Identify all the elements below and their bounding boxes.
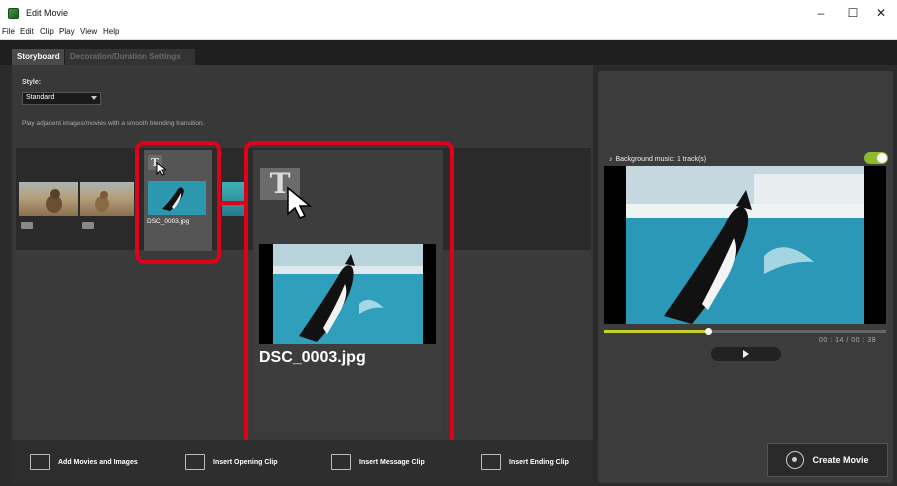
clip-settings-icon[interactable]	[21, 222, 33, 229]
playback-slider[interactable]	[604, 328, 886, 335]
tab-decoration-duration[interactable]: Decoration/Duration Settings	[65, 49, 195, 65]
clip-thumbnail[interactable]	[19, 182, 78, 216]
title-bar: Edit Movie – ☐ ✕	[0, 0, 897, 26]
menu-help[interactable]: Help	[103, 27, 119, 36]
music-note-icon: ♪	[609, 156, 613, 163]
menu-bar: File Edit Clip Play View Help	[0, 26, 897, 40]
style-description: Play adjacent images/movies with a smoot…	[22, 120, 205, 127]
chevron-down-icon	[91, 96, 97, 100]
clip-settings-icon[interactable]	[82, 222, 94, 229]
style-value: Standard	[26, 94, 55, 101]
style-dropdown[interactable]: Standard	[22, 92, 101, 105]
app-icon	[8, 8, 19, 19]
highlight-frame-large	[244, 141, 454, 448]
menu-file[interactable]: File	[2, 27, 15, 36]
add-media-icon	[30, 454, 50, 470]
play-button[interactable]	[711, 347, 781, 361]
close-button[interactable]: ✕	[866, 5, 896, 21]
background-music-label: Background music: 1 track(s)	[615, 156, 707, 163]
create-movie-label: Create Movie	[812, 455, 869, 465]
insert-opening-clip-label: Insert Opening Clip	[213, 458, 278, 466]
tab-bar: Storyboard Decoration/Duration Settings	[0, 40, 897, 65]
clip-thumbnail[interactable]	[80, 182, 134, 216]
ending-clip-icon	[481, 454, 501, 470]
opening-clip-icon	[185, 454, 205, 470]
insert-ending-clip-label: Insert Ending Clip	[509, 458, 569, 466]
add-movies-images-label: Add Movies and Images	[58, 458, 138, 466]
insert-opening-clip-button[interactable]: Insert Opening Clip	[185, 452, 278, 472]
maximize-button[interactable]: ☐	[838, 5, 868, 21]
menu-view[interactable]: View	[80, 27, 97, 36]
highlight-frame-small	[135, 141, 221, 264]
tab-storyboard[interactable]: Storyboard	[12, 49, 64, 65]
photo-prairie-dog	[46, 189, 62, 213]
add-movies-images-button[interactable]: Add Movies and Images	[30, 452, 138, 472]
playback-progress	[604, 330, 709, 333]
film-reel-icon	[786, 451, 805, 469]
insert-message-clip-button[interactable]: Insert Message Clip	[331, 452, 425, 472]
photo-orca-preview	[604, 166, 886, 324]
message-clip-icon	[331, 454, 351, 470]
play-icon	[743, 350, 749, 358]
background-music-info: ♪ Background music: 1 track(s)	[609, 156, 706, 163]
insert-ending-clip-button[interactable]: Insert Ending Clip	[481, 452, 569, 472]
minimize-button[interactable]: –	[806, 5, 836, 21]
menu-edit[interactable]: Edit	[20, 27, 34, 36]
toggle-knob	[877, 153, 887, 163]
style-label: Style:	[22, 79, 42, 86]
preview-video	[604, 166, 886, 324]
menu-clip[interactable]: Clip	[40, 27, 54, 36]
menu-play[interactable]: Play	[59, 27, 75, 36]
create-movie-button[interactable]: Create Movie	[767, 443, 888, 477]
playback-time: 00 : 14 / 00 : 38	[819, 337, 877, 344]
photo-prairie-dog	[95, 191, 109, 212]
insert-message-clip-label: Insert Message Clip	[359, 458, 425, 466]
window-title: Edit Movie	[26, 8, 69, 18]
background-music-toggle[interactable]	[864, 152, 888, 164]
